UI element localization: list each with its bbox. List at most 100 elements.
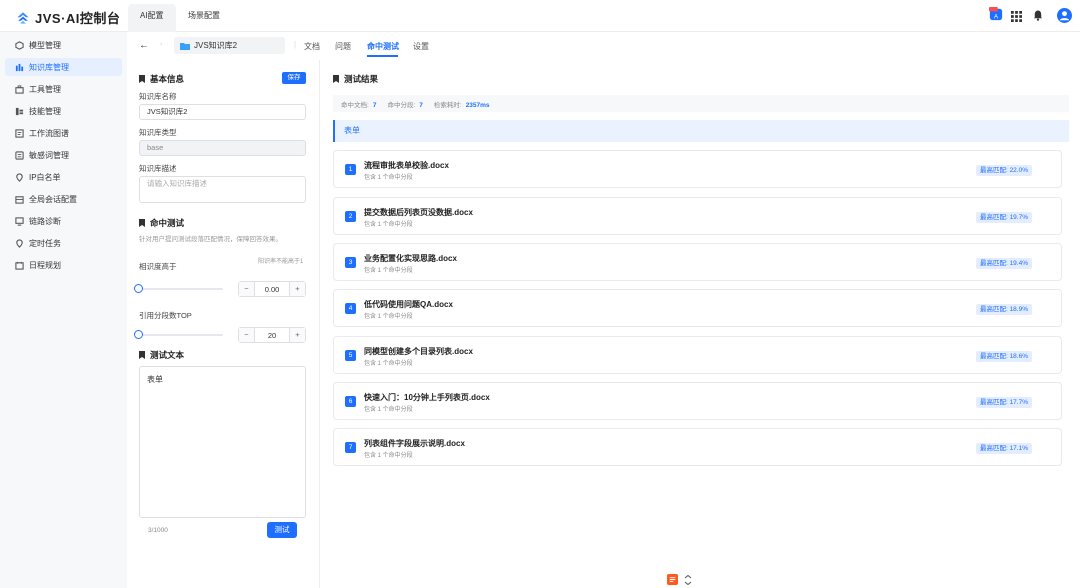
stat-label: 命中分段: bbox=[387, 101, 416, 109]
tab-questions[interactable]: 问题 bbox=[335, 41, 351, 52]
sidebar-item-sensitive[interactable]: 敏感词管理 bbox=[5, 146, 122, 164]
doc-name: 业务配置化实现思路.docx bbox=[364, 254, 457, 263]
similarity-hint: 阳识率不能高于1 bbox=[258, 259, 304, 265]
doc-sub: 包含 1 个命中分段 bbox=[364, 175, 413, 181]
result-card[interactable]: 4 低代码使用问题QA.docx 包含 1 个命中分段 最高匹配: 18.9% bbox=[333, 289, 1062, 327]
tab-ai-config[interactable]: AI配置 bbox=[128, 4, 176, 32]
kb-name: JVS知识库2 bbox=[194, 41, 238, 50]
ip-icon bbox=[15, 172, 24, 182]
slider-handle[interactable] bbox=[134, 284, 143, 293]
desc-label: 知识库描述 bbox=[139, 164, 177, 173]
stat-label: 检索耗时: bbox=[433, 101, 462, 109]
tab-label: AI配置 bbox=[140, 11, 164, 20]
doc-sub: 包含 1 个命中分段 bbox=[364, 453, 413, 459]
increment-button[interactable]: + bbox=[289, 282, 305, 296]
sidebar-item-diagnose[interactable]: 链路诊断 bbox=[5, 212, 122, 230]
sidebar-item-ip[interactable]: IP白名单 bbox=[5, 168, 122, 186]
sensitive-icon bbox=[15, 150, 24, 160]
doc-name: 列表组件字段展示说明.docx bbox=[364, 439, 465, 448]
logo-icon bbox=[17, 11, 29, 24]
top-stepper[interactable]: − 20 + bbox=[238, 327, 306, 343]
sidebar-item-knowledge[interactable]: 知识库管理 bbox=[5, 58, 122, 76]
save-button[interactable]: 保存 bbox=[282, 72, 306, 84]
app-launcher-icon[interactable] bbox=[667, 574, 678, 585]
workflow-icon bbox=[15, 128, 24, 138]
increment-button[interactable]: + bbox=[289, 328, 305, 342]
doc-sub: 包含 1 个命中分段 bbox=[364, 314, 413, 320]
model-icon bbox=[15, 40, 24, 50]
kb-desc-input[interactable]: 请输入知识库描述 bbox=[139, 176, 306, 203]
score-badge: 最高匹配: 19.7% bbox=[975, 212, 1032, 223]
tool-icon bbox=[15, 84, 24, 94]
kb-name-input[interactable]: JVS知识库2 bbox=[139, 104, 306, 120]
result-card[interactable]: 7 列表组件字段展示说明.docx 包含 1 个命中分段 最高匹配: 17.1% bbox=[333, 428, 1062, 466]
hit-test-title: 命中测试 bbox=[139, 217, 184, 229]
test-button[interactable]: 测试 bbox=[267, 522, 297, 538]
tab-hit-test[interactable]: 命中测试 bbox=[367, 41, 399, 52]
expand-icon[interactable] bbox=[684, 574, 692, 585]
tab-docs[interactable]: 文档 bbox=[304, 41, 320, 52]
sidebar-item-workflow[interactable]: 工作流图谱 bbox=[5, 124, 122, 142]
sidebar: 模型管理 知识库管理 工具管理 技能管理 工作流图谱 敏感词管理 IP白名单 全… bbox=[0, 32, 127, 588]
back-arrow-icon[interactable]: ← bbox=[139, 40, 149, 51]
stepper-value[interactable]: 20 bbox=[255, 331, 289, 340]
tab-scene-config[interactable]: 场景配置 bbox=[176, 4, 232, 32]
grid-icon[interactable] bbox=[1011, 11, 1022, 22]
sidebar-item-model[interactable]: 模型管理 bbox=[5, 36, 122, 54]
sidebar-item-label: 定时任务 bbox=[29, 238, 61, 248]
rank-badge: 7 bbox=[345, 442, 356, 453]
hit-test-desc: 针对用户提问测试段落匹配情况，保障回答效果。 bbox=[139, 236, 282, 243]
slider-handle[interactable] bbox=[134, 330, 143, 339]
decrement-button[interactable]: − bbox=[239, 282, 255, 296]
sidebar-item-label: 技能管理 bbox=[29, 106, 61, 116]
result-card[interactable]: 1 流程审批表单校验.docx 包含 1 个命中分段 最高匹配: 22.0% bbox=[333, 150, 1062, 188]
score-badge: 最高匹配: 17.1% bbox=[975, 443, 1032, 454]
sidebar-item-label: 敏感词管理 bbox=[29, 150, 69, 160]
sidebar-item-session[interactable]: 全局会话配置 bbox=[5, 190, 122, 208]
rank-badge: 1 bbox=[345, 164, 356, 175]
bell-icon[interactable] bbox=[1033, 10, 1043, 21]
similarity-stepper[interactable]: − 0.00 + bbox=[238, 281, 306, 297]
result-card[interactable]: 3 业务配置化实现思路.docx 包含 1 个命中分段 最高匹配: 19.4% bbox=[333, 243, 1062, 281]
rank-badge: 3 bbox=[345, 257, 356, 268]
score-badge: 最高匹配: 17.7% bbox=[975, 397, 1032, 408]
char-count: 3/1000 bbox=[148, 527, 168, 534]
sidebar-item-label: IP白名单 bbox=[29, 172, 61, 182]
result-card[interactable]: 2 提交数据后列表页没数据.docx 包含 1 个命中分段 最高匹配: 19.7… bbox=[333, 197, 1062, 235]
app-badge-icon[interactable]: A bbox=[989, 7, 1003, 21]
decrement-button[interactable]: − bbox=[239, 328, 255, 342]
top-slider[interactable] bbox=[134, 330, 223, 339]
query-bar: 表单 bbox=[333, 120, 1069, 142]
stepper-value[interactable]: 0.00 bbox=[255, 285, 289, 294]
bookmark-icon bbox=[139, 75, 145, 83]
doc-name: 低代码使用问题QA.docx bbox=[364, 300, 453, 309]
doc-sub: 包含 1 个命中分段 bbox=[364, 361, 413, 367]
docs-stat: 命中文档: 7 bbox=[341, 99, 376, 109]
sidebar-item-label: 模型管理 bbox=[29, 40, 61, 50]
kb-selector[interactable]: JVS知识库2 bbox=[174, 37, 285, 54]
sidebar-item-label: 全局会话配置 bbox=[29, 194, 77, 204]
app-logo[interactable]: JVS·AI控制台 bbox=[16, 8, 120, 27]
similarity-slider[interactable] bbox=[134, 284, 223, 293]
similarity-label: 相识度高于 bbox=[139, 262, 177, 271]
result-card[interactable]: 5 同模型创建多个目录列表.docx 包含 1 个命中分段 最高匹配: 18.6… bbox=[333, 336, 1062, 374]
bookmark-icon bbox=[139, 219, 145, 227]
clock-icon bbox=[15, 238, 24, 248]
sidebar-item-tool[interactable]: 工具管理 bbox=[5, 80, 122, 98]
test-text-input[interactable]: 表单 bbox=[139, 366, 306, 518]
doc-sub: 包含 1 个命中分段 bbox=[364, 268, 413, 274]
avatar-icon[interactable] bbox=[1057, 8, 1072, 23]
result-card[interactable]: 6 快速入门：10分钟上手列表页.docx 包含 1 个命中分段 最高匹配: 1… bbox=[333, 382, 1062, 420]
sidebar-item-label: 链路诊断 bbox=[29, 216, 61, 226]
rank-badge: 4 bbox=[345, 303, 356, 314]
sidebar-item-calendar[interactable]: 日程规划 bbox=[5, 256, 122, 274]
rank-badge: 6 bbox=[345, 396, 356, 407]
sidebar-item-label: 日程规划 bbox=[29, 260, 61, 270]
sidebar-item-skill[interactable]: 技能管理 bbox=[5, 102, 122, 120]
sidebar-item-label: 知识库管理 bbox=[29, 62, 69, 72]
sidebar-item-clock[interactable]: 定时任务 bbox=[5, 234, 122, 252]
chevron-icon: › bbox=[160, 41, 163, 48]
active-tab-indicator bbox=[367, 55, 398, 57]
basic-info-title: 基本信息 bbox=[139, 73, 184, 85]
tab-settings[interactable]: 设置 bbox=[413, 41, 429, 52]
